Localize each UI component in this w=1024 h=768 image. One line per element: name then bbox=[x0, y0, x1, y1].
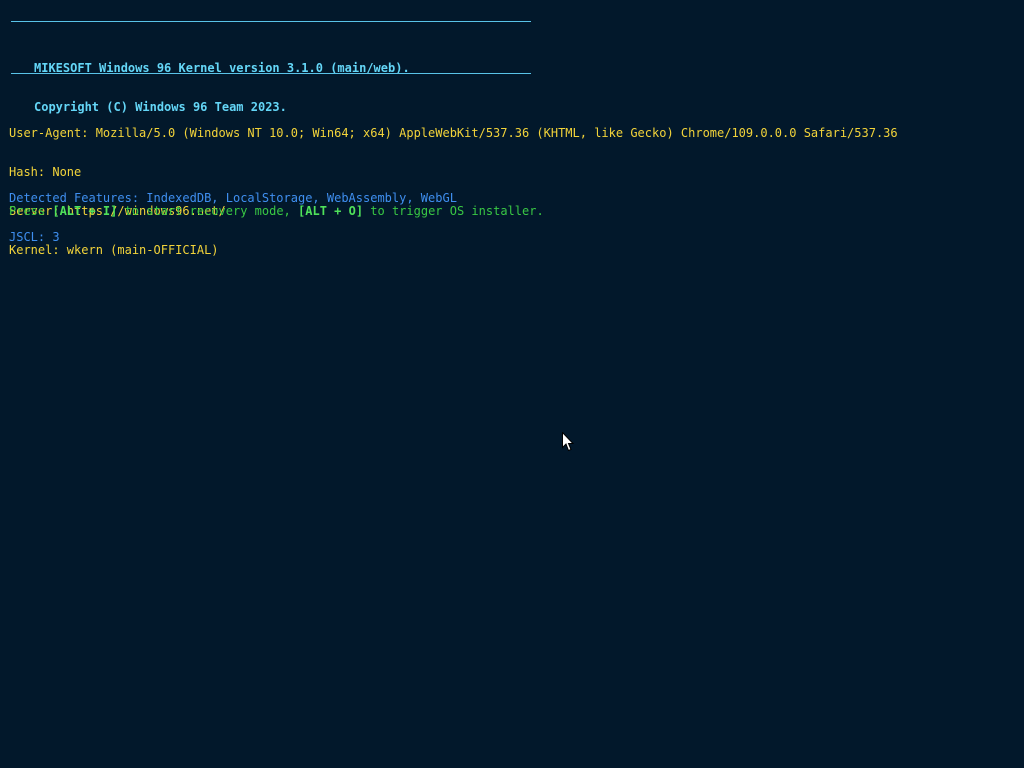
prompt-end-text: to trigger OS installer. bbox=[363, 204, 544, 218]
banner-bottom-rule bbox=[11, 73, 531, 74]
mouse-pointer-icon bbox=[562, 432, 574, 452]
prompt-middle-text: to start recovery mode, bbox=[117, 204, 299, 218]
installer-key-hint: [ALT + O] bbox=[298, 204, 364, 218]
recovery-key-hint: [ALT + I] bbox=[52, 204, 118, 218]
boot-prompt: Press [ALT + I] to start recovery mode, … bbox=[9, 205, 544, 218]
banner-top-rule bbox=[11, 21, 531, 22]
prompt-press-text: Press bbox=[9, 204, 53, 218]
user-agent-line: User-Agent: Mozilla/5.0 (Windows NT 10.0… bbox=[9, 126, 898, 140]
jscl-line: JSCL: 3 bbox=[9, 230, 60, 244]
